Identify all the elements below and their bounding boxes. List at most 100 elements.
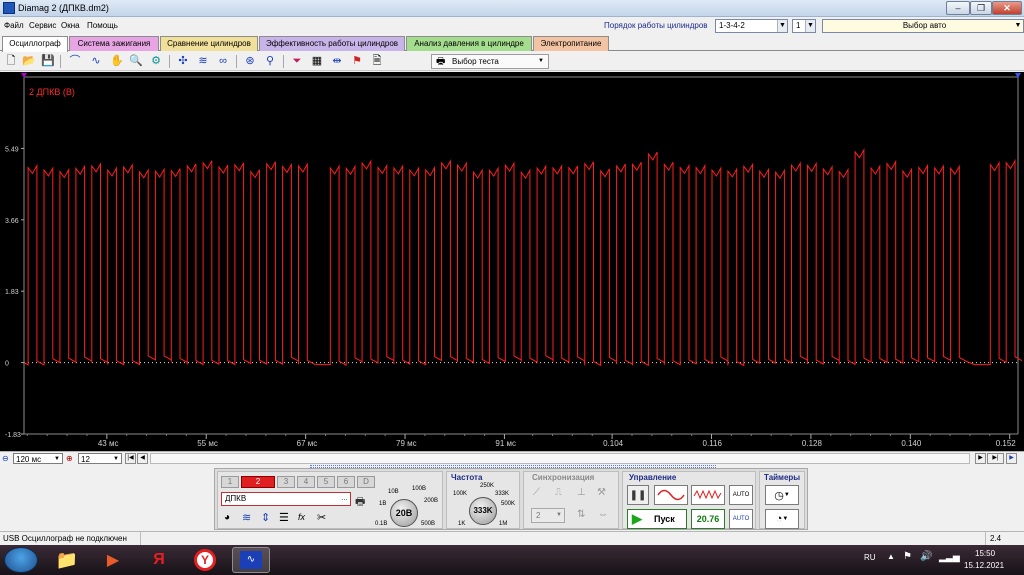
- explorer-icon[interactable]: 📁: [48, 547, 86, 573]
- menu-help[interactable]: Помощь: [87, 21, 118, 30]
- marker-icon[interactable]: ⚙: [149, 54, 163, 68]
- channel-button-5[interactable]: 5: [317, 476, 335, 488]
- toolbar-separator: [169, 55, 170, 68]
- cursor-a-icon[interactable]: ⌒: [68, 54, 82, 68]
- network-icon[interactable]: ▂▃▅: [939, 552, 960, 563]
- minimize-button[interactable]: –: [946, 1, 970, 15]
- chevron-down-icon: ▼: [556, 512, 562, 518]
- new-file-icon[interactable]: 🗋: [4, 54, 18, 68]
- wave-icon[interactable]: ≋: [196, 54, 210, 68]
- save-icon[interactable]: 💾: [41, 54, 55, 68]
- sync-rise-icon[interactable]: ⟋: [533, 487, 540, 498]
- wave-edit-icon[interactable]: ≋: [242, 511, 251, 524]
- sync-edge-icon[interactable]: ⎍: [555, 487, 562, 498]
- volts-knob[interactable]: 20В: [390, 499, 418, 527]
- media-player-icon[interactable]: ▶: [94, 547, 132, 573]
- more-icon[interactable]: …: [341, 493, 348, 505]
- cylinder-number-select[interactable]: 1 ▼: [792, 19, 816, 33]
- tab-cylinder-compare[interactable]: Сравнение цилиндров: [160, 36, 258, 51]
- clock-date[interactable]: 15.12.2021: [964, 561, 1004, 570]
- clock-time[interactable]: 15:50: [975, 549, 995, 558]
- timeline-scrollbar[interactable]: [150, 453, 970, 464]
- tab-power[interactable]: Электропитание: [533, 36, 609, 51]
- cursor-b-icon[interactable]: ∿: [89, 54, 103, 68]
- open-folder-icon[interactable]: 📂: [22, 54, 36, 68]
- frequency-knob[interactable]: 333K: [469, 497, 497, 525]
- auto-icon[interactable]: AUTO: [729, 485, 753, 505]
- invert-icon[interactable]: ⇕: [261, 511, 270, 524]
- tray-flag-icon[interactable]: ⚑: [903, 551, 912, 562]
- tab-pressure-analysis[interactable]: Анализ давления в цилиндре: [406, 36, 532, 51]
- flag-icon[interactable]: ⚑: [350, 54, 364, 68]
- sync-tool-icon[interactable]: ⚒: [597, 487, 606, 498]
- start-orb-icon[interactable]: [4, 547, 38, 573]
- formula-icon[interactable]: fx: [298, 512, 305, 522]
- maximize-button[interactable]: ❐: [970, 1, 992, 15]
- channel-button-6[interactable]: 6: [337, 476, 355, 488]
- menu-service[interactable]: Сервис: [29, 21, 56, 30]
- channel-icon[interactable]: ⊛: [243, 54, 257, 68]
- tools-icon[interactable]: ✂: [317, 511, 326, 524]
- menu-file[interactable]: Файл: [4, 21, 24, 30]
- nav-next-button[interactable]: ▶: [975, 453, 986, 464]
- filter-icon[interactable]: ⏷: [290, 54, 304, 68]
- auto-sync-icon[interactable]: AUTO: [729, 509, 753, 529]
- tray-expand-icon[interactable]: ▲: [887, 552, 895, 561]
- eye-icon[interactable]: ◕: [224, 512, 230, 523]
- language-indicator[interactable]: RU: [864, 553, 876, 562]
- split-icon[interactable]: ⇹: [330, 54, 344, 68]
- zoom-in-icon[interactable]: ⊕: [66, 453, 73, 464]
- samples-value: 12: [81, 455, 90, 464]
- tab-cylinder-efficiency[interactable]: Эффективность работы цилиндров: [259, 36, 405, 51]
- nav-prev-button[interactable]: ◀: [137, 453, 148, 464]
- printer-icon[interactable]: 🖶: [355, 493, 365, 512]
- sync-shift-icon[interactable]: ⇔: [598, 509, 608, 520]
- single-shot-icon[interactable]: [654, 485, 688, 505]
- continuous-icon[interactable]: [691, 485, 725, 505]
- channel-button-2[interactable]: 2: [241, 476, 275, 488]
- document-icon[interactable]: 🗎: [370, 54, 384, 68]
- status-bar: USB Осциллограф не подключен 2.4: [0, 531, 1024, 545]
- close-button[interactable]: ✕: [992, 1, 1022, 15]
- x-tick-label: 0.116: [703, 439, 723, 448]
- autoscale-icon[interactable]: ✣: [176, 54, 190, 68]
- sync-position-icon[interactable]: ⇅: [577, 509, 585, 520]
- oscilloscope-plot[interactable]: 5.49 3.66 1.83 0 -1.83 43 мс 55 мс 67 мс 79 мс 9…: [0, 72, 1024, 451]
- start-button[interactable]: ▶ Пуск: [627, 509, 687, 529]
- nav-first-button[interactable]: |◀: [125, 453, 136, 464]
- nav-play-button[interactable]: ▶: [1006, 453, 1017, 464]
- zoom-out-icon[interactable]: ⊖: [2, 453, 9, 464]
- samples-select[interactable]: 12 ▼: [78, 453, 122, 464]
- app-icon: [3, 2, 15, 14]
- zoom-icon[interactable]: 🔍: [129, 54, 143, 68]
- pause-icon[interactable]: ❚❚: [627, 485, 649, 505]
- oscilloscope-display[interactable]: 5.49 3.66 1.83 0 -1.83 43 мс 55 мс 67 мс 79 мс 9…: [0, 72, 1024, 451]
- tab-ignition[interactable]: Система зажигания: [69, 36, 159, 51]
- yandex-icon[interactable]: Я: [140, 547, 178, 573]
- tab-oscilloscope[interactable]: Осциллограф: [2, 36, 68, 52]
- freq-scale-1k: 1K: [458, 521, 466, 527]
- channel-button-1[interactable]: 1: [221, 476, 239, 488]
- channel-button-4[interactable]: 4: [297, 476, 315, 488]
- test-select[interactable]: 🖶 Выбор теста ▼: [431, 54, 549, 69]
- sync-level-icon[interactable]: ⊥: [577, 487, 586, 498]
- timer-clock-icon[interactable]: ◷ ▼: [765, 485, 799, 505]
- channel-button-d[interactable]: D: [357, 476, 375, 488]
- channel-name-input[interactable]: ДПКВ …: [221, 492, 351, 506]
- timebase-select[interactable]: 120 мс ▼: [13, 453, 63, 464]
- car-select[interactable]: Выбор авто ▼: [822, 19, 1024, 33]
- volume-icon[interactable]: 🔊: [920, 551, 932, 562]
- timer-stopwatch-icon[interactable]: ◔ ▼: [765, 509, 799, 529]
- probe-icon[interactable]: ⚲: [263, 54, 277, 68]
- nav-last-button[interactable]: ▶|: [987, 453, 1004, 464]
- channel-button-3[interactable]: 3: [277, 476, 295, 488]
- hand-icon[interactable]: ✋: [110, 54, 124, 68]
- table-icon[interactable]: ▦: [310, 54, 324, 68]
- menu-windows[interactable]: Окна: [61, 21, 80, 30]
- sync-channel-select[interactable]: 2 ▼: [531, 508, 565, 523]
- measure-icon[interactable]: ∞: [216, 54, 230, 68]
- diamag-taskbar-icon[interactable]: ∿: [232, 547, 270, 573]
- lines-icon[interactable]: ☰: [279, 511, 289, 524]
- cylinder-order-select[interactable]: 1-3-4-2 ▼: [715, 19, 788, 33]
- yandex-browser-icon[interactable]: Y: [186, 547, 224, 573]
